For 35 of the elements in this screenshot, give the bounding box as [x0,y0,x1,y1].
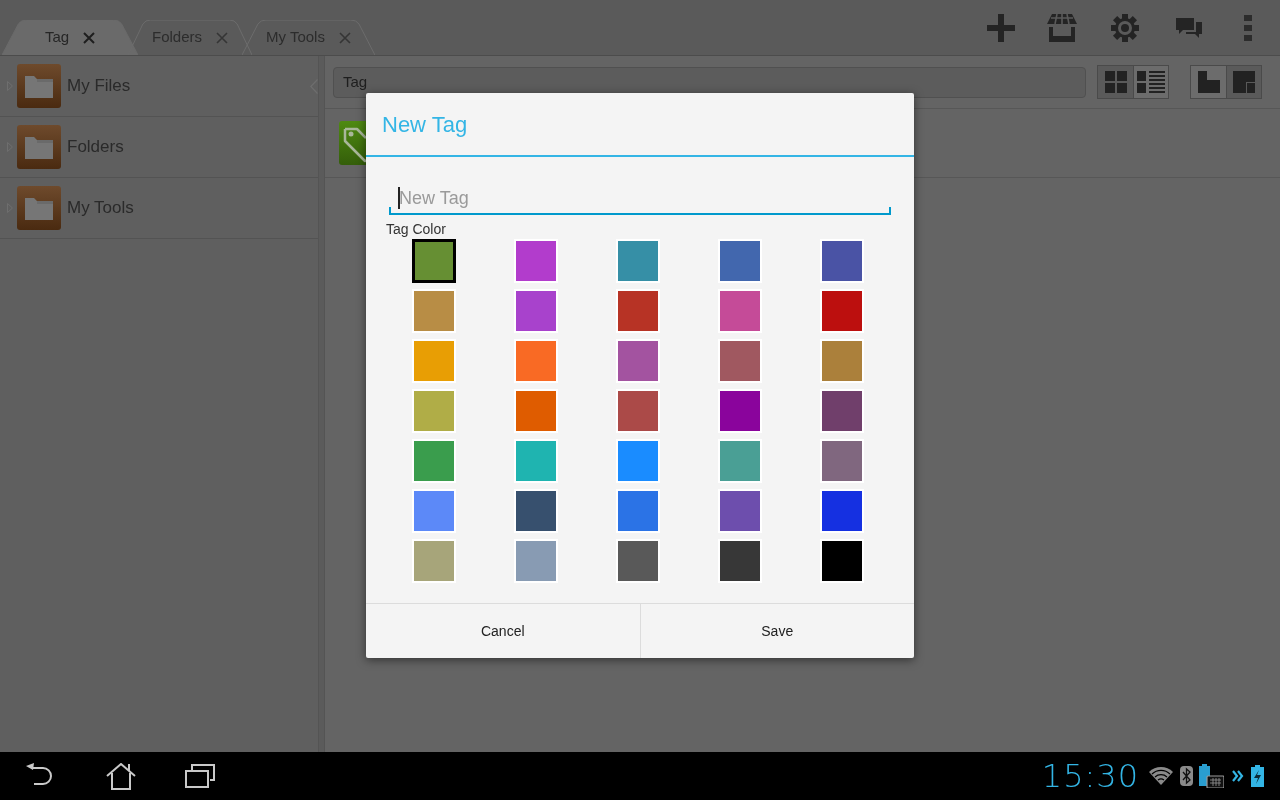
dialog-button[interactable]: Save [640,604,914,658]
folder-icon [17,125,61,169]
tag-icon [339,121,366,165]
bluetooth-icon [1180,766,1193,786]
tab[interactable]: Tag [2,20,138,55]
folder-icon [17,64,61,108]
pane-layout-icon [1197,71,1220,93]
add-icon[interactable] [987,13,1015,42]
recent-apps-icon[interactable] [185,764,215,788]
grid-view-icon [1104,71,1127,93]
double-chevron-icon [1232,770,1244,782]
keyboard-battery-icon [1199,764,1224,788]
folder-icon [17,186,61,230]
close-icon[interactable] [216,31,229,44]
dialog-title: New Tag [382,110,468,139]
tag-color-label: Tag Color [386,221,447,237]
chat-icon[interactable] [1176,15,1202,40]
close-icon[interactable] [83,31,96,44]
overflow-menu-icon[interactable] [1244,14,1252,41]
home-icon[interactable] [106,762,136,790]
store-icon[interactable] [1047,13,1077,42]
view-toggle-button[interactable] [1226,66,1261,98]
list-view-icon [1137,71,1165,93]
view-toggle-button[interactable] [1133,66,1168,98]
dialog-button[interactable]: Cancel [366,604,641,658]
text-cursor-icon [398,187,400,209]
battery-charging-icon [1251,765,1264,787]
color-swatch[interactable] [412,239,456,283]
clock-time: 15:30 [1041,759,1139,793]
view-toggle-button[interactable] [1098,66,1133,98]
view-toggle-button[interactable] [1191,66,1226,98]
pane-layout-icon [1233,71,1255,93]
wifi-icon [1149,767,1173,785]
search-field[interactable]: Tag [333,66,1086,98]
close-icon[interactable] [338,31,351,44]
